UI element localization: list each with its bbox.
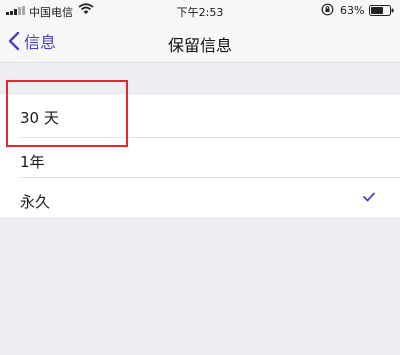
navigation-bar: 信息 保留信息 — [0, 22, 400, 63]
battery-icon — [369, 5, 394, 16]
battery-percent: 63% — [340, 4, 365, 17]
page-title: 保留信息 — [167, 36, 232, 55]
retention-options-list: 30 天 1年 永久 — [0, 93, 400, 219]
option-30-days[interactable]: 30 天 — [0, 94, 400, 138]
status-bar: 中国电信 下午2:53 63% — [0, 0, 400, 22]
rotation-lock-icon — [321, 3, 334, 16]
option-label: 30 天 — [20, 109, 59, 127]
option-label: 1年 — [20, 153, 45, 171]
option-label: 永久 — [20, 193, 51, 211]
option-forever[interactable]: 永久 — [0, 178, 400, 218]
option-1-year[interactable]: 1年 — [0, 138, 400, 178]
checkmark-icon — [363, 192, 375, 202]
